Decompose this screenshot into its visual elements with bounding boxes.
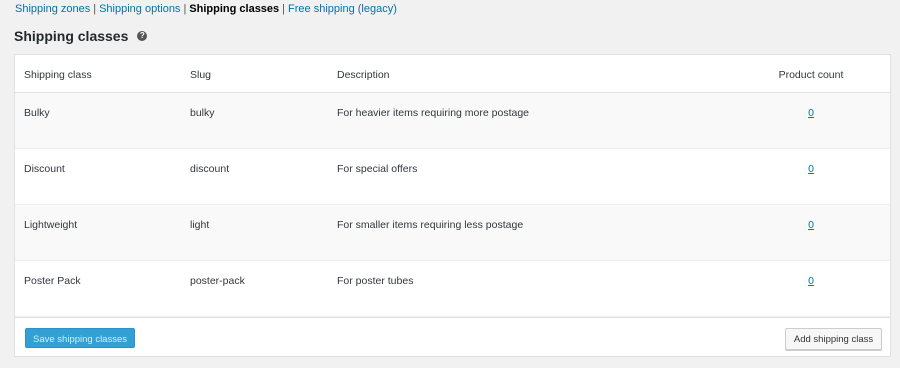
help-icon[interactable]: ? xyxy=(137,31,148,41)
page-title: Shipping classes xyxy=(14,28,129,44)
table-row[interactable]: Poster Pack poster-pack For poster tubes… xyxy=(15,261,890,317)
header-product-count: Product count xyxy=(778,69,844,81)
subnav-free-shipping-legacy[interactable]: Free shipping (legacy) xyxy=(288,3,397,15)
subnav-shipping-classes-current: Shipping classes xyxy=(189,3,280,15)
subnav-shipping-zones[interactable]: Shipping zones xyxy=(15,3,90,15)
subnav-separator: | xyxy=(183,3,187,15)
shipping-classes-table: Shipping class Slug Description Product … xyxy=(14,54,891,357)
header-slug: Slug xyxy=(190,69,212,81)
row-product-count-link[interactable]: 0 xyxy=(777,163,845,175)
row-slug: discount xyxy=(190,163,230,175)
row-product-count-link[interactable]: 0 xyxy=(777,275,845,287)
row-description: For smaller items requiring less postage xyxy=(337,219,524,231)
row-shipping-class: Bulky xyxy=(24,107,50,119)
header-shipping-class: Shipping class xyxy=(24,69,92,81)
add-shipping-class-button[interactable]: Add shipping class xyxy=(785,328,882,350)
row-description: For heavier items requiring more postage xyxy=(337,107,530,119)
header-description: Description xyxy=(337,69,390,81)
row-slug: light xyxy=(190,219,210,231)
table-row[interactable]: Lightweight light For smaller items requ… xyxy=(15,205,890,261)
row-shipping-class: Discount xyxy=(24,163,65,175)
subnav-shipping-options[interactable]: Shipping options xyxy=(99,3,180,15)
row-product-count-link[interactable]: 0 xyxy=(777,107,845,119)
table-header: Shipping class Slug Description Product … xyxy=(15,55,890,93)
row-description: For poster tubes xyxy=(337,275,414,287)
save-shipping-classes-button[interactable]: Save shipping classes xyxy=(25,328,135,348)
table-row[interactable]: Bulky bulky For heavier items requiring … xyxy=(15,93,890,149)
row-shipping-class: Poster Pack xyxy=(24,275,81,287)
row-product-count-link[interactable]: 0 xyxy=(777,219,845,231)
page-heading: Shipping classes ? xyxy=(14,28,148,44)
row-shipping-class: Lightweight xyxy=(24,219,78,231)
shipping-subnav: Shipping zones | Shipping options | Shipping… xyxy=(15,3,397,16)
row-slug: poster-pack xyxy=(190,275,245,287)
table-row[interactable]: Discount discount For special offers 0 xyxy=(15,149,890,205)
table-footer: Save shipping classes Add shipping class xyxy=(15,317,890,357)
row-description: For special offers xyxy=(337,163,418,175)
subnav-separator: | xyxy=(93,3,97,15)
subnav-separator: | xyxy=(282,3,286,15)
row-slug: bulky xyxy=(190,107,215,119)
